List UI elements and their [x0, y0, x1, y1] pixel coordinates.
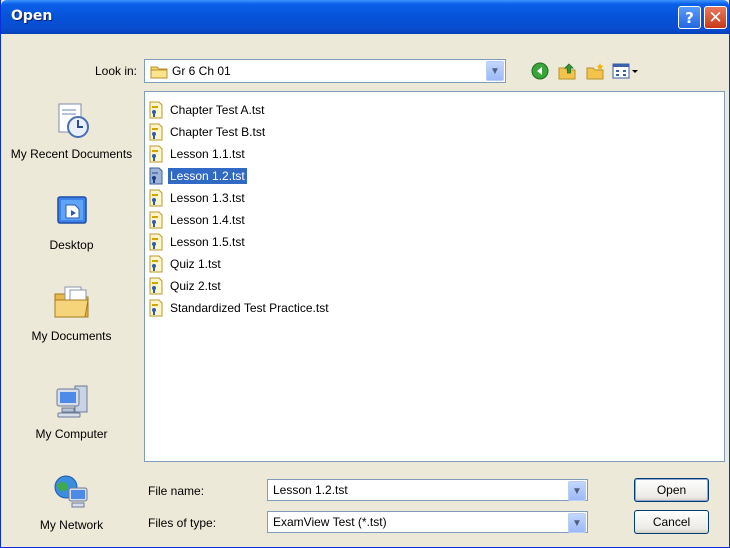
recent-documents-icon	[9, 100, 134, 143]
chevron-down-icon[interactable]: ▼	[486, 61, 504, 81]
file-item[interactable]: Lesson 1.3.tst	[148, 188, 247, 208]
file-name: Standardized Test Practice.tst	[170, 301, 329, 315]
close-button[interactable]: ✕	[704, 6, 727, 29]
file-name: Lesson 1.1.tst	[170, 147, 245, 161]
test-file-icon	[149, 233, 163, 251]
file-name: Chapter Test B.tst	[170, 125, 266, 139]
file-item[interactable]: Lesson 1.1.tst	[148, 144, 247, 164]
dialog-title: Open	[11, 8, 53, 24]
files-of-type-label: Files of type:	[148, 516, 217, 530]
look-in-label: Look in:	[94, 64, 137, 78]
file-name: Lesson 1.5.tst	[170, 235, 245, 249]
file-name-label: File name:	[148, 484, 205, 498]
file-item[interactable]: Standardized Test Practice.tst	[148, 298, 331, 318]
my-documents-icon	[9, 282, 134, 325]
folder-icon	[150, 64, 168, 82]
files-of-type-combobox[interactable]: ExamView Test (*.tst) ▼	[267, 511, 588, 533]
file-item[interactable]: Chapter Test A.tst	[148, 100, 267, 120]
desktop-icon	[9, 193, 134, 234]
file-name: Lesson 1.3.tst	[170, 191, 245, 205]
file-list[interactable]: Chapter Test A.tst Chapter Test B.tst Le…	[144, 91, 725, 462]
place-my-recent-documents[interactable]: My Recent Documents	[9, 100, 134, 162]
look-in-value: Gr 6 Ch 01	[172, 64, 231, 78]
place-desktop[interactable]: Desktop	[9, 193, 134, 253]
test-file-icon	[149, 145, 163, 163]
file-item-selected[interactable]: Lesson 1.2.tst	[148, 166, 247, 186]
cancel-button[interactable]: Cancel	[634, 510, 709, 534]
test-file-icon	[149, 299, 163, 317]
test-file-icon	[149, 101, 163, 119]
place-label: My Network	[39, 518, 104, 532]
test-file-icon	[149, 167, 163, 185]
file-name: Chapter Test A.tst	[170, 103, 265, 117]
place-label: My Computer	[35, 427, 108, 441]
file-item[interactable]: Quiz 2.tst	[148, 276, 223, 296]
file-name: Lesson 1.2.tst	[168, 168, 247, 184]
my-network-icon	[9, 473, 134, 514]
file-item[interactable]: Lesson 1.4.tst	[148, 210, 247, 230]
open-dialog: Open ? ✕ Look in: Gr 6 Ch 01 ▼ My Recent…	[0, 0, 730, 548]
file-item[interactable]: Chapter Test B.tst	[148, 122, 267, 142]
test-file-icon	[149, 277, 163, 295]
open-button[interactable]: Open	[634, 478, 709, 502]
place-label: My Documents	[31, 329, 112, 343]
look-in-combobox[interactable]: Gr 6 Ch 01 ▼	[144, 59, 506, 83]
test-file-icon	[149, 189, 163, 207]
file-item[interactable]: Quiz 1.tst	[148, 254, 223, 274]
up-folder-icon[interactable]	[556, 60, 578, 82]
new-folder-icon[interactable]	[584, 60, 606, 82]
files-of-type-value: ExamView Test (*.tst)	[273, 515, 387, 529]
file-name-value: Lesson 1.2.tst	[273, 483, 348, 497]
views-menu-icon[interactable]	[611, 60, 641, 82]
place-my-computer[interactable]: My Computer	[9, 382, 134, 442]
places-bar: My Recent Documents Desktop My Documents…	[9, 90, 134, 545]
back-icon[interactable]	[529, 60, 551, 82]
file-name-combobox[interactable]: Lesson 1.2.tst ▼	[267, 479, 588, 501]
help-button[interactable]: ?	[678, 6, 701, 29]
test-file-icon	[149, 211, 163, 229]
file-name: Quiz 1.tst	[170, 257, 221, 271]
test-file-icon	[149, 123, 163, 141]
my-computer-icon	[9, 382, 134, 423]
place-my-network[interactable]: My Network	[9, 473, 134, 533]
place-label: My Recent Documents	[10, 147, 133, 161]
chevron-down-icon[interactable]: ▼	[568, 513, 586, 533]
test-file-icon	[149, 255, 163, 273]
file-name: Lesson 1.4.tst	[170, 213, 245, 227]
title-bar[interactable]: Open ? ✕	[1, 0, 729, 34]
file-name: Quiz 2.tst	[170, 279, 221, 293]
place-label: Desktop	[49, 238, 94, 252]
chevron-down-icon[interactable]: ▼	[568, 481, 586, 501]
place-my-documents[interactable]: My Documents	[9, 282, 134, 344]
file-item[interactable]: Lesson 1.5.tst	[148, 232, 247, 252]
